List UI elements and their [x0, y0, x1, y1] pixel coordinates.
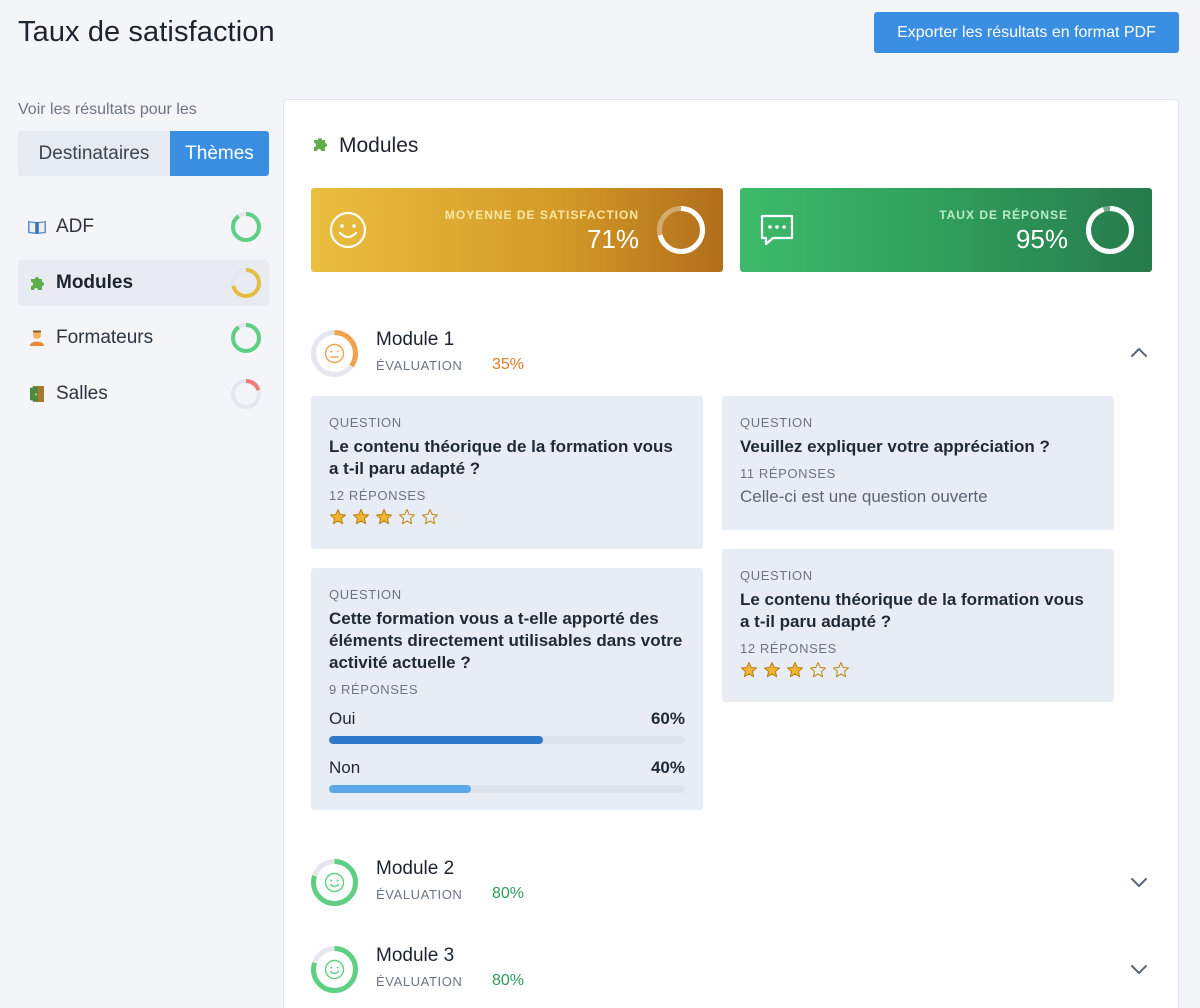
- progress-ring: [231, 212, 261, 242]
- answer-percent: 40%: [650, 758, 685, 777]
- module-name: Module 2: [376, 858, 455, 879]
- sidebar-item-adf[interactable]: ADF: [18, 204, 269, 250]
- question-card: QUESTION Veuillez expliquer votre appréc…: [722, 396, 1114, 530]
- kpi-label: TAUX DE RÉPONSE: [939, 208, 1068, 222]
- question-card: QUESTION Cette formation vous a t-elle a…: [311, 568, 703, 810]
- star-empty-icon: [832, 661, 850, 679]
- chat-bubble-icon: [760, 214, 794, 246]
- progress-ring: [657, 206, 705, 254]
- star-filled-icon: [352, 508, 370, 526]
- answer-label: Oui: [329, 709, 356, 728]
- question-text: Cette formation vous a t-elle apporté de…: [329, 609, 683, 672]
- panel-header: Modules: [311, 134, 418, 158]
- toggle-themes[interactable]: Thèmes: [170, 131, 269, 176]
- kpi-label: MOYENNE DE SATISFACTION: [444, 208, 639, 222]
- chevron-down-icon[interactable]: [1127, 870, 1151, 894]
- star-rating: [740, 661, 1096, 679]
- answer-bar-track: [329, 785, 685, 793]
- toggle-destinataires[interactable]: Destinataires: [18, 131, 170, 176]
- chevron-down-icon[interactable]: [1127, 957, 1151, 981]
- evaluation-value: 35%: [492, 356, 525, 373]
- evaluation-label: ÉVALUATION: [376, 887, 463, 902]
- kpi-value: 95%: [1015, 224, 1068, 254]
- progress-ring: [231, 323, 261, 353]
- evaluation-label: ÉVALUATION: [376, 358, 463, 373]
- question-label: QUESTION: [329, 415, 402, 430]
- response-count: 9 RÉPONSES: [329, 682, 419, 697]
- module-row-2[interactable]: Module 2 ÉVALUATION 80%: [311, 856, 1151, 906]
- satisfaction-kpi-card: MOYENNE DE SATISFACTION 71%: [311, 188, 723, 272]
- response-count: 11 RÉPONSES: [740, 466, 836, 481]
- open-book-icon: [26, 218, 48, 236]
- star-filled-icon: [786, 661, 804, 679]
- sidebar-item-label: Modules: [56, 271, 134, 293]
- puzzle-piece-icon: [26, 274, 48, 292]
- module-row-1[interactable]: Module 1 ÉVALUATION 35%: [311, 327, 1151, 377]
- evaluation-value: 80%: [492, 972, 525, 989]
- door-icon: [26, 385, 48, 403]
- evaluation-label: ÉVALUATION: [376, 974, 463, 989]
- theme-panel: Modules MOYENNE DE SATISFACTION 71% TAUX…: [283, 99, 1179, 1008]
- module-score-ring: [311, 330, 358, 377]
- question-label: QUESTION: [740, 415, 813, 430]
- sidebar-item-label: Salles: [56, 382, 108, 404]
- progress-ring: [231, 267, 261, 298]
- answer-label: Non: [329, 758, 361, 777]
- page-title: Taux de satisfaction: [18, 16, 275, 48]
- kpi-value: 71%: [586, 224, 639, 254]
- answer-bar-fill: [329, 736, 543, 744]
- question-text: Veuillez expliquer votre appréciation ?: [740, 437, 1050, 456]
- neutral-face-icon: [324, 343, 345, 364]
- answer-option: Non 40%: [329, 758, 685, 793]
- answer-percent: 60%: [650, 709, 685, 728]
- star-empty-icon: [421, 508, 439, 526]
- smiley-face-icon: [324, 959, 345, 980]
- chevron-up-icon[interactable]: [1127, 341, 1151, 365]
- progress-ring: [231, 378, 261, 409]
- star-filled-icon: [329, 508, 347, 526]
- star-empty-icon: [398, 508, 416, 526]
- star-empty-icon: [809, 661, 827, 679]
- question-text: Le contenu théorique de la formation vou…: [740, 590, 1084, 631]
- sidebar-item-label: Formateurs: [56, 327, 154, 348]
- view-toggle: Destinataires Thèmes: [18, 131, 269, 176]
- sidebar-item-label: ADF: [56, 216, 94, 237]
- sidebar-item-salles[interactable]: Salles: [18, 371, 269, 417]
- teacher-icon: [26, 329, 48, 347]
- module-name: Module 3: [376, 945, 455, 966]
- open-question-note: Celle-ci est une question ouverte: [740, 487, 988, 506]
- answer-bar-track: [329, 736, 685, 744]
- module-row-3[interactable]: Module 3 ÉVALUATION 80%: [311, 943, 1151, 993]
- question-label: QUESTION: [740, 568, 813, 583]
- answer-option: Oui 60%: [329, 709, 685, 744]
- question-card: QUESTION Le contenu théorique de la form…: [311, 396, 703, 549]
- question-label: QUESTION: [329, 587, 402, 602]
- view-results-label: Voir les résultats pour les: [18, 101, 197, 118]
- module-score-ring: [311, 946, 358, 993]
- export-pdf-button[interactable]: Exporter les résultats en format PDF: [874, 12, 1179, 53]
- question-text: Le contenu théorique de la formation vou…: [329, 437, 673, 478]
- puzzle-piece-icon: [311, 135, 329, 158]
- star-rating: [329, 508, 685, 526]
- answer-bar-fill: [329, 785, 472, 793]
- progress-ring: [1086, 206, 1134, 254]
- module-score-ring: [311, 859, 358, 906]
- sidebar-item-modules[interactable]: Modules: [18, 259, 269, 306]
- smiley-icon: [329, 211, 367, 249]
- response-rate-kpi-card: TAUX DE RÉPONSE 95%: [740, 188, 1152, 272]
- module-name: Module 1: [376, 329, 455, 350]
- sidebar-item-formateurs[interactable]: Formateurs: [18, 315, 269, 361]
- panel-title: Modules: [339, 134, 419, 157]
- star-filled-icon: [740, 661, 758, 679]
- question-card: QUESTION Le contenu théorique de la form…: [722, 549, 1114, 702]
- smiley-face-icon: [324, 872, 345, 893]
- star-filled-icon: [763, 661, 781, 679]
- evaluation-value: 80%: [492, 885, 525, 902]
- star-filled-icon: [375, 508, 393, 526]
- response-count: 12 RÉPONSES: [329, 488, 426, 503]
- theme-list: ADF Modules Formateurs Salles: [18, 204, 269, 426]
- response-count: 12 RÉPONSES: [740, 641, 837, 656]
